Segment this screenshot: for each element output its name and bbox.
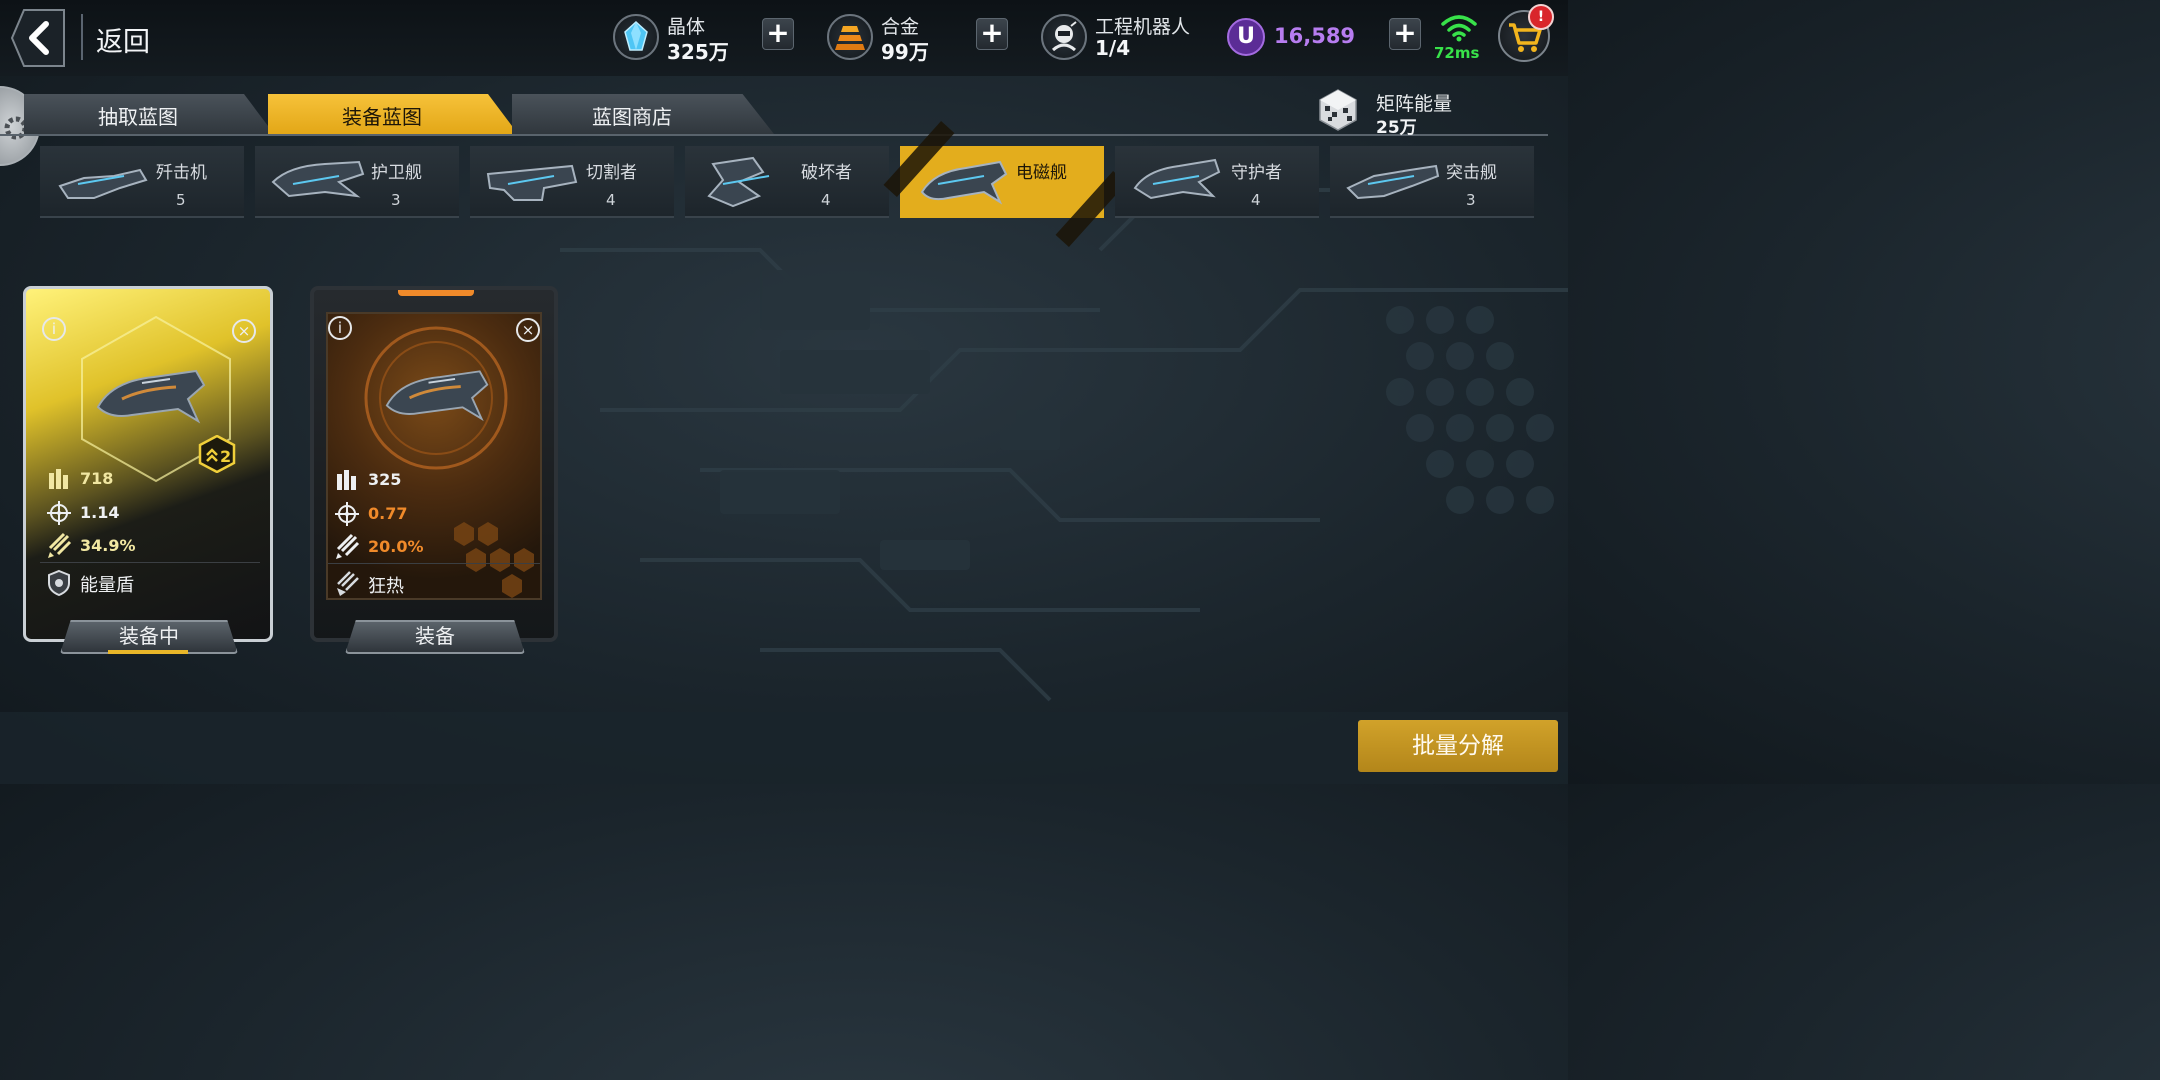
tab-blueprint-shop[interactable]: 蓝图商店 [512,94,774,134]
missile-icon [336,533,360,559]
missile-icon [48,532,72,558]
add-alloy-button[interactable]: + [976,18,1008,50]
rank-value: 2 [220,447,231,466]
matrix-energy-value: 25万 [1376,118,1417,138]
blueprint-card-equipped[interactable]: i × 2 718 1.14 34.9% 能量盾 [23,286,273,642]
notification-badge: ! [1528,4,1554,30]
robot-value: 1/4 [1095,36,1131,60]
ship-type-tile[interactable]: 切割者 4 [470,146,674,218]
missile-value: 34.9% [80,536,136,555]
alloy-label: 合金 [881,16,920,38]
back-button[interactable] [10,8,66,68]
ship-type-tile[interactable]: 歼击机 5 [40,146,244,218]
crystal-icon [613,14,659,60]
frenzy-icon [337,571,359,596]
ship-icon [707,156,770,208]
electromagnetic-ship-icon [385,370,489,422]
missile-value: 20.0% [368,537,424,556]
close-icon[interactable]: × [232,319,256,343]
tab-draw-blueprint-label: 抽取蓝图 [98,105,178,129]
tab-blueprint-shop-label: 蓝图商店 [592,105,672,129]
equipped-indicator [108,650,188,654]
alloy-icon [827,14,873,60]
robot-label: 工程机器人 [1095,16,1191,38]
premium-currency-value: 16,589 [1274,24,1356,48]
ship-icon [920,160,1008,205]
accuracy-value: 0.77 [368,504,408,523]
matrix-energy-label: 矩阵能量 [1376,93,1453,115]
trait-frenzy: 狂热 [334,570,404,598]
blueprint-card[interactable]: i × 325 0.77 20.0% 狂热 [310,286,558,642]
ship-icon [58,168,148,199]
ship-type-name: 护卫舰 [371,163,422,183]
matrix-energy-icon [1319,89,1357,131]
tab-equip-blueprint[interactable]: 装备蓝图 [268,94,518,134]
ship-type-count: 4 [606,191,616,209]
ship-type-name: 歼击机 [156,163,207,183]
info-icon[interactable]: i [328,316,352,340]
trait-label: 能量盾 [80,575,134,596]
robot-resource: 工程机器人 1/4 [1041,10,1211,66]
ship-type-count: 4 [821,191,831,209]
ship-icon [1346,164,1440,200]
ship-type-name: 破坏者 [801,163,852,183]
ship-icon [271,160,365,198]
info-icon[interactable]: i [42,317,66,341]
divider [40,562,260,563]
rank-badge-icon: 2 [198,435,236,473]
crystal-value: 325万 [667,40,729,64]
bottom-bar [0,712,1568,784]
electromagnetic-ship-icon [96,369,206,424]
crosshair-icon [47,501,71,525]
premium-currency-icon: U [1227,18,1265,56]
ping-value: 72ms [1434,44,1480,62]
ship-type-name: 突击舰 [1446,163,1497,183]
ship-type-tile[interactable]: 护卫舰 3 [255,146,459,218]
ship-type-tile[interactable]: 突击舰 3 [1330,146,1534,218]
robot-icon [1041,14,1087,60]
ship-type-count: 3 [391,191,401,209]
crystal-label: 晶体 [667,16,706,38]
ship-type-tile[interactable]: 电磁舰 [883,121,1127,247]
tab-equip-blueprint-label: 装备蓝图 [342,105,422,129]
trait-energy-shield: 能量盾 [46,569,134,597]
ship-type-tile[interactable]: 守护者 4 [1115,146,1319,218]
ship-type-count: 5 [176,191,186,209]
add-premium-button[interactable]: + [1389,18,1421,50]
ship-type-name: 电磁舰 [1016,163,1067,183]
alloy-resource: 合金 99万 [827,10,967,66]
equip-button[interactable]: 装备 [345,620,525,654]
tab-draw-blueprint[interactable]: 抽取蓝图 [24,94,274,134]
ammo-value: 325 [368,470,402,489]
ship-icon [486,164,578,201]
ship-type-count: 3 [1466,191,1476,209]
shield-icon [48,569,70,597]
back-label[interactable]: 返回 [96,20,150,59]
back-separator [81,14,83,60]
rarity-indicator [398,290,474,296]
crystal-resource: 晶体 325万 [613,10,753,66]
close-icon[interactable]: × [516,318,540,342]
alloy-value: 99万 [881,40,929,64]
ship-type-tile[interactable]: 破坏者 4 [685,146,889,218]
ammo-value: 718 [80,469,114,488]
ammo-icon [337,470,356,490]
ship-type-count: 4 [1251,191,1261,209]
batch-dismantle-button[interactable]: 批量分解 [1358,720,1558,772]
ammo-icon [49,469,68,489]
ship-icon [1133,158,1221,200]
equipped-button[interactable]: 装备中 [60,620,238,654]
ship-type-name: 切割者 [586,163,637,183]
hex-pattern-decoration [454,522,534,598]
tab-underline [0,134,1548,136]
trait-label: 狂热 [368,576,404,597]
ship-type-name: 守护者 [1231,163,1282,183]
crosshair-icon [335,502,359,526]
add-crystal-button[interactable]: + [762,18,794,50]
top-bar: 返回 晶体 325万 + 合金 99万 + 工程机器人 1/4 U 16,589… [0,0,1568,76]
accuracy-value: 1.14 [80,503,120,522]
wifi-signal-icon [1441,15,1477,42]
divider [328,563,540,564]
